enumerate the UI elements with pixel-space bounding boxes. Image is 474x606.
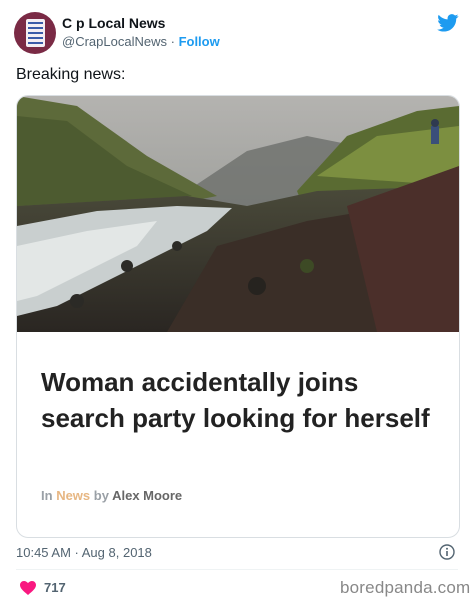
byline-category[interactable]: News <box>56 488 90 503</box>
byline-by: by <box>93 488 109 503</box>
watermark: boredpanda.com <box>340 578 471 597</box>
avatar-card-graphic <box>26 19 45 47</box>
like-count[interactable]: 717 <box>44 580 66 595</box>
tweet-text: Breaking news: <box>16 66 126 83</box>
byline-author[interactable]: Alex Moore <box>112 488 182 503</box>
article-photo <box>17 96 459 332</box>
heart-icon[interactable] <box>20 581 36 595</box>
account-name[interactable]: C p Local News <box>62 15 165 31</box>
follow-button[interactable]: Follow <box>179 34 220 49</box>
article-card[interactable]: Woman accidentally joins search party lo… <box>16 95 460 538</box>
account-handle[interactable]: @CrapLocalNews <box>62 34 167 49</box>
article-byline: In News by Alex Moore <box>41 488 182 503</box>
byline-prefix: In <box>41 488 53 503</box>
info-icon[interactable] <box>439 544 455 560</box>
twitter-bird-icon[interactable] <box>437 14 459 32</box>
avatar[interactable] <box>14 12 56 54</box>
divider <box>16 569 458 570</box>
handle-line: @CrapLocalNews · Follow <box>62 34 220 49</box>
separator-dot: · <box>170 34 175 49</box>
article-headline[interactable]: Woman accidentally joins search party lo… <box>41 364 441 436</box>
tweet-timestamp[interactable]: 10:45 AM · Aug 8, 2018 <box>16 545 152 560</box>
